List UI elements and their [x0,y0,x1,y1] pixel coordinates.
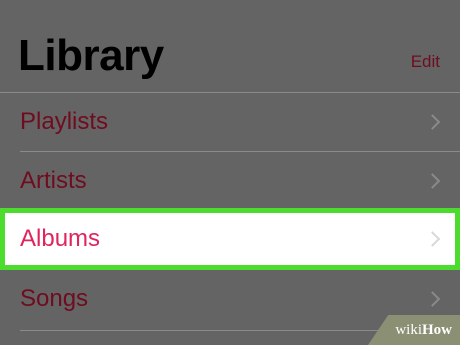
chevron-right-icon [424,173,441,189]
row-label: Songs [20,285,89,312]
watermark-logo: wikiHow [395,322,452,339]
chevron-right-icon [424,231,441,247]
row-label: Artists [20,167,87,194]
page-title: Library [18,31,164,80]
watermark-text-light: wiki [395,322,422,338]
row-label: Playlists [20,108,109,135]
library-row-albums[interactable]: Albums [0,208,460,270]
chevron-right-icon [424,114,441,130]
chevron-right-icon [424,291,441,307]
row-label: Albums [20,225,101,252]
watermark-text-bold: How [422,322,452,338]
library-row-artists[interactable]: Artists [0,152,460,210]
edit-button[interactable]: Edit [411,52,440,72]
library-row-playlists[interactable]: Playlists [0,93,460,151]
